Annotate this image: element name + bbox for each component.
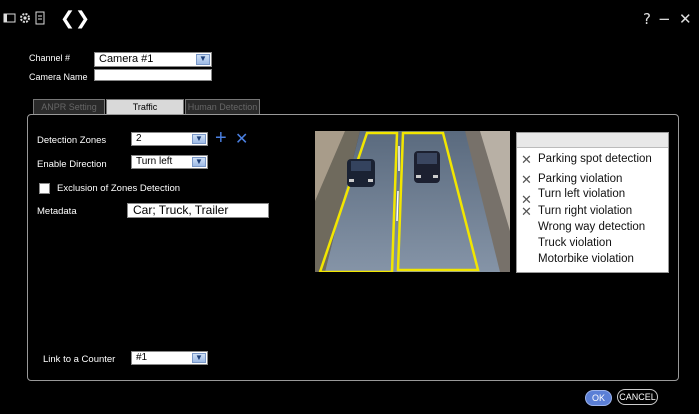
camera-name-input[interactable] — [94, 69, 212, 81]
detection-zones-select[interactable]: 2 ▼ — [131, 132, 208, 146]
violation-label: Motorbike violation — [538, 253, 634, 265]
gear-icon[interactable] — [18, 11, 32, 25]
enable-direction-value: Turn left — [136, 156, 173, 167]
tab-anpr-setting[interactable]: ANPR Setting — [33, 99, 105, 114]
check-x-icon: ✕ — [521, 153, 532, 168]
violation-label: Truck violation — [538, 237, 612, 249]
counter-label: Link to a Counter — [43, 354, 116, 365]
detection-zones-value: 2 — [136, 133, 142, 144]
violation-label: Wrong way detection — [538, 221, 646, 233]
detection-zones-label: Detection Zones — [37, 135, 107, 146]
minimize-button[interactable]: − — [658, 10, 671, 28]
chevron-down-icon[interactable]: ▼ — [192, 134, 206, 144]
channel-select[interactable]: Camera #1 ▼ — [94, 52, 212, 67]
back-button[interactable]: ❮ — [60, 8, 75, 29]
tab-traffic-management[interactable]: Traffic Management — [106, 99, 184, 127]
violation-label: Turn right violation — [538, 205, 633, 217]
document-icon[interactable] — [33, 11, 47, 25]
add-zone-button[interactable]: + — [215, 127, 227, 149]
forward-button[interactable]: ❯ — [75, 8, 90, 29]
check-x-icon: ✕ — [521, 173, 532, 188]
counter-value: #1 — [136, 352, 148, 363]
metadata-label: Metadata — [37, 206, 77, 217]
exclusion-label: Exclusion of Zones Detection — [57, 183, 181, 194]
violation-label: Parking spot detection — [538, 153, 652, 165]
violation-label: Parking violation — [538, 173, 623, 185]
channel-label: Channel # — [29, 53, 71, 63]
chevron-down-icon[interactable]: ▼ — [192, 353, 206, 363]
remove-zone-button[interactable]: ✕ — [235, 129, 248, 149]
display-icon[interactable] — [3, 11, 17, 25]
violations-list[interactable]: ✕ Parking spot detection ✕ Parking viola… — [516, 132, 669, 273]
counter-select[interactable]: #1 ▼ — [131, 351, 208, 365]
enable-direction-select[interactable]: Turn left ▼ — [131, 155, 208, 169]
violation-label: Turn left violation — [538, 188, 626, 200]
chevron-down-icon[interactable]: ▼ — [192, 157, 206, 167]
violations-list-header — [517, 133, 668, 148]
cancel-button[interactable]: CANCEL — [617, 389, 658, 405]
help-button[interactable]: ? — [643, 10, 651, 28]
close-button[interactable]: ✕ — [679, 10, 692, 28]
ok-button[interactable]: OK — [585, 390, 612, 406]
camera-name-label: Camera Name — [29, 72, 88, 82]
check-x-icon: ✕ — [521, 205, 532, 220]
exclusion-checkbox[interactable] — [39, 183, 50, 194]
camera-preview-image[interactable] — [315, 131, 510, 272]
channel-select-value: Camera #1 — [99, 53, 154, 65]
metadata-input[interactable]: Car; Truck, Trailer — [127, 203, 269, 218]
chevron-down-icon[interactable]: ▼ — [196, 54, 210, 65]
enable-direction-label: Enable Direction — [37, 159, 107, 170]
tab-human-detection[interactable]: Human Detection — [185, 99, 260, 114]
